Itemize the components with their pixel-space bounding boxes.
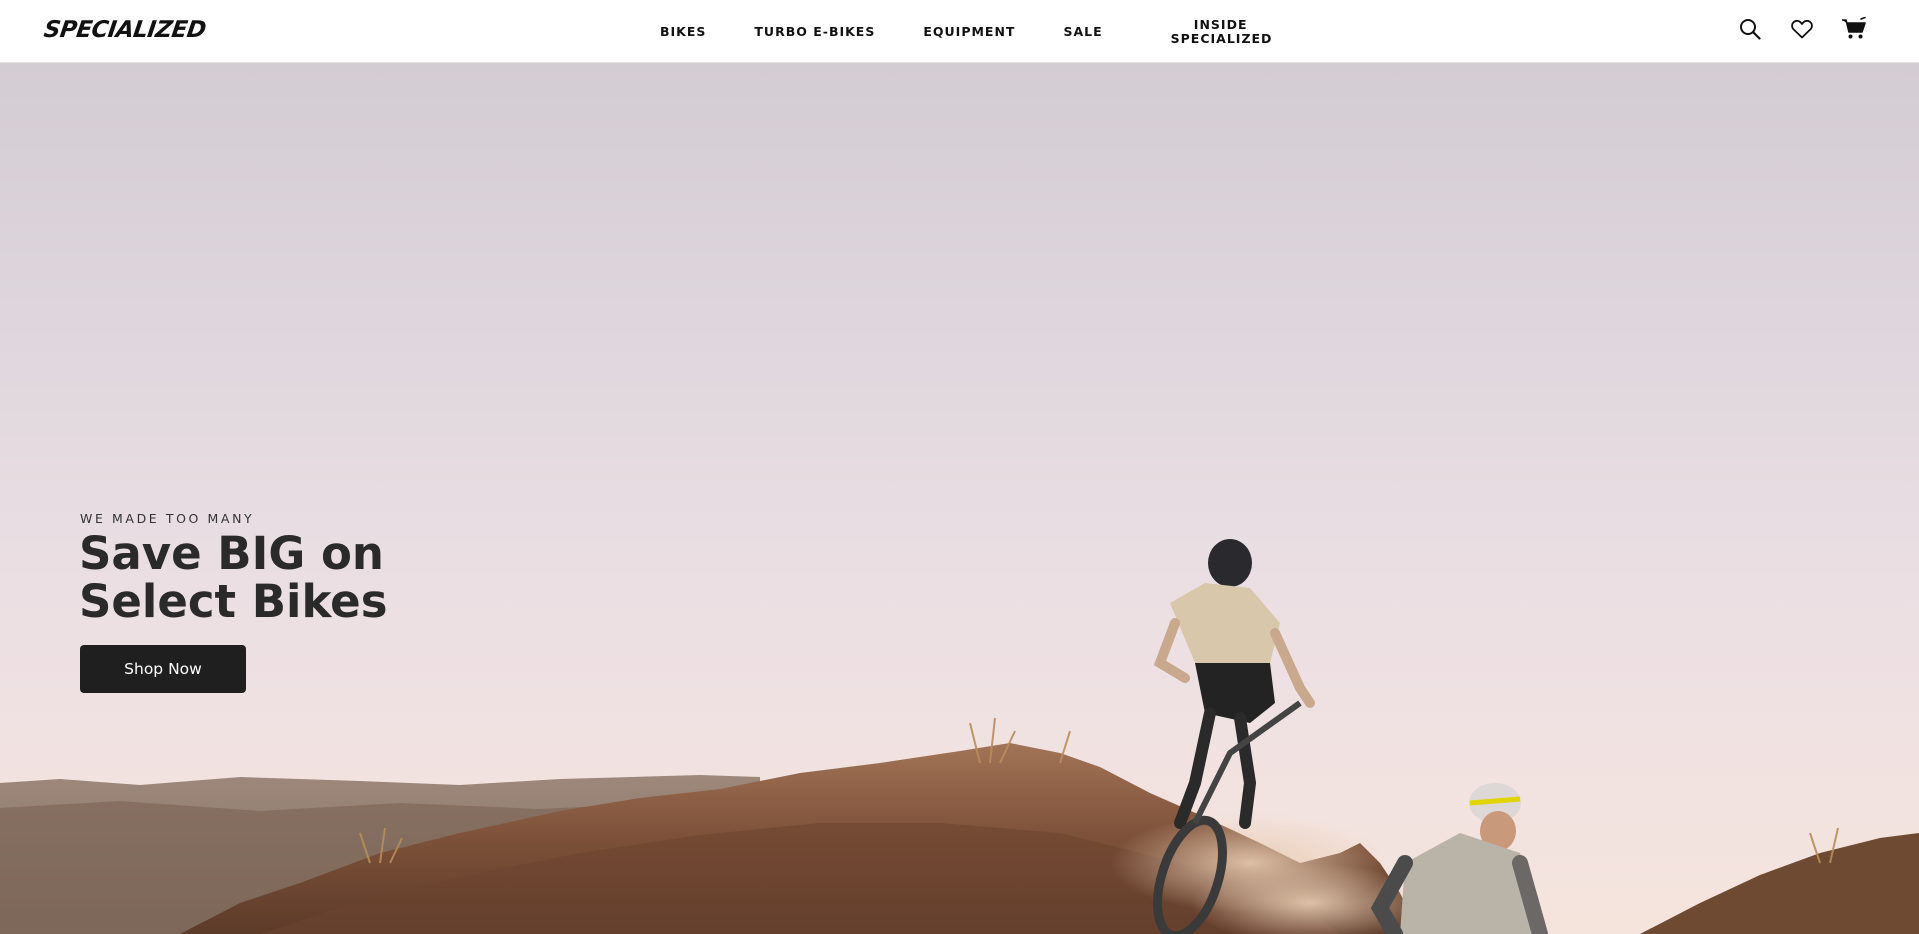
- nav-item-bikes[interactable]: BIKES: [660, 24, 706, 39]
- nav-item-inside-specialized[interactable]: INSIDE SPECIALIZED: [1171, 17, 1272, 46]
- main-nav: BIKES TURBO E-BIKES EQUIPMENT SALE INSID…: [660, 0, 1319, 63]
- hero-headline: Save BIG on Select Bikes: [79, 527, 388, 628]
- specialized-logo[interactable]: SPECIALIZED: [42, 17, 207, 43]
- hero-image: [0, 539, 1919, 934]
- shop-now-button[interactable]: Shop Now: [80, 645, 246, 693]
- search-icon[interactable]: [1735, 14, 1765, 44]
- hero-banner: WE MADE TOO MANY Save BIG on Select Bike…: [0, 63, 1919, 934]
- site-header: SPECIALIZED BIKES TURBO E-BIKES EQUIPMEN…: [0, 0, 1919, 63]
- cart-icon[interactable]: [1839, 14, 1869, 44]
- rider-2: [1370, 783, 1548, 934]
- nav-item-turbo-e-bikes[interactable]: TURBO E-BIKES: [754, 24, 875, 39]
- heart-icon[interactable]: [1787, 14, 1817, 44]
- hero-eyebrow: WE MADE TOO MANY: [80, 511, 255, 526]
- nav-item-sale[interactable]: SALE: [1063, 24, 1102, 39]
- nav-item-equipment[interactable]: EQUIPMENT: [923, 24, 1015, 39]
- header-icons: [1713, 14, 1869, 44]
